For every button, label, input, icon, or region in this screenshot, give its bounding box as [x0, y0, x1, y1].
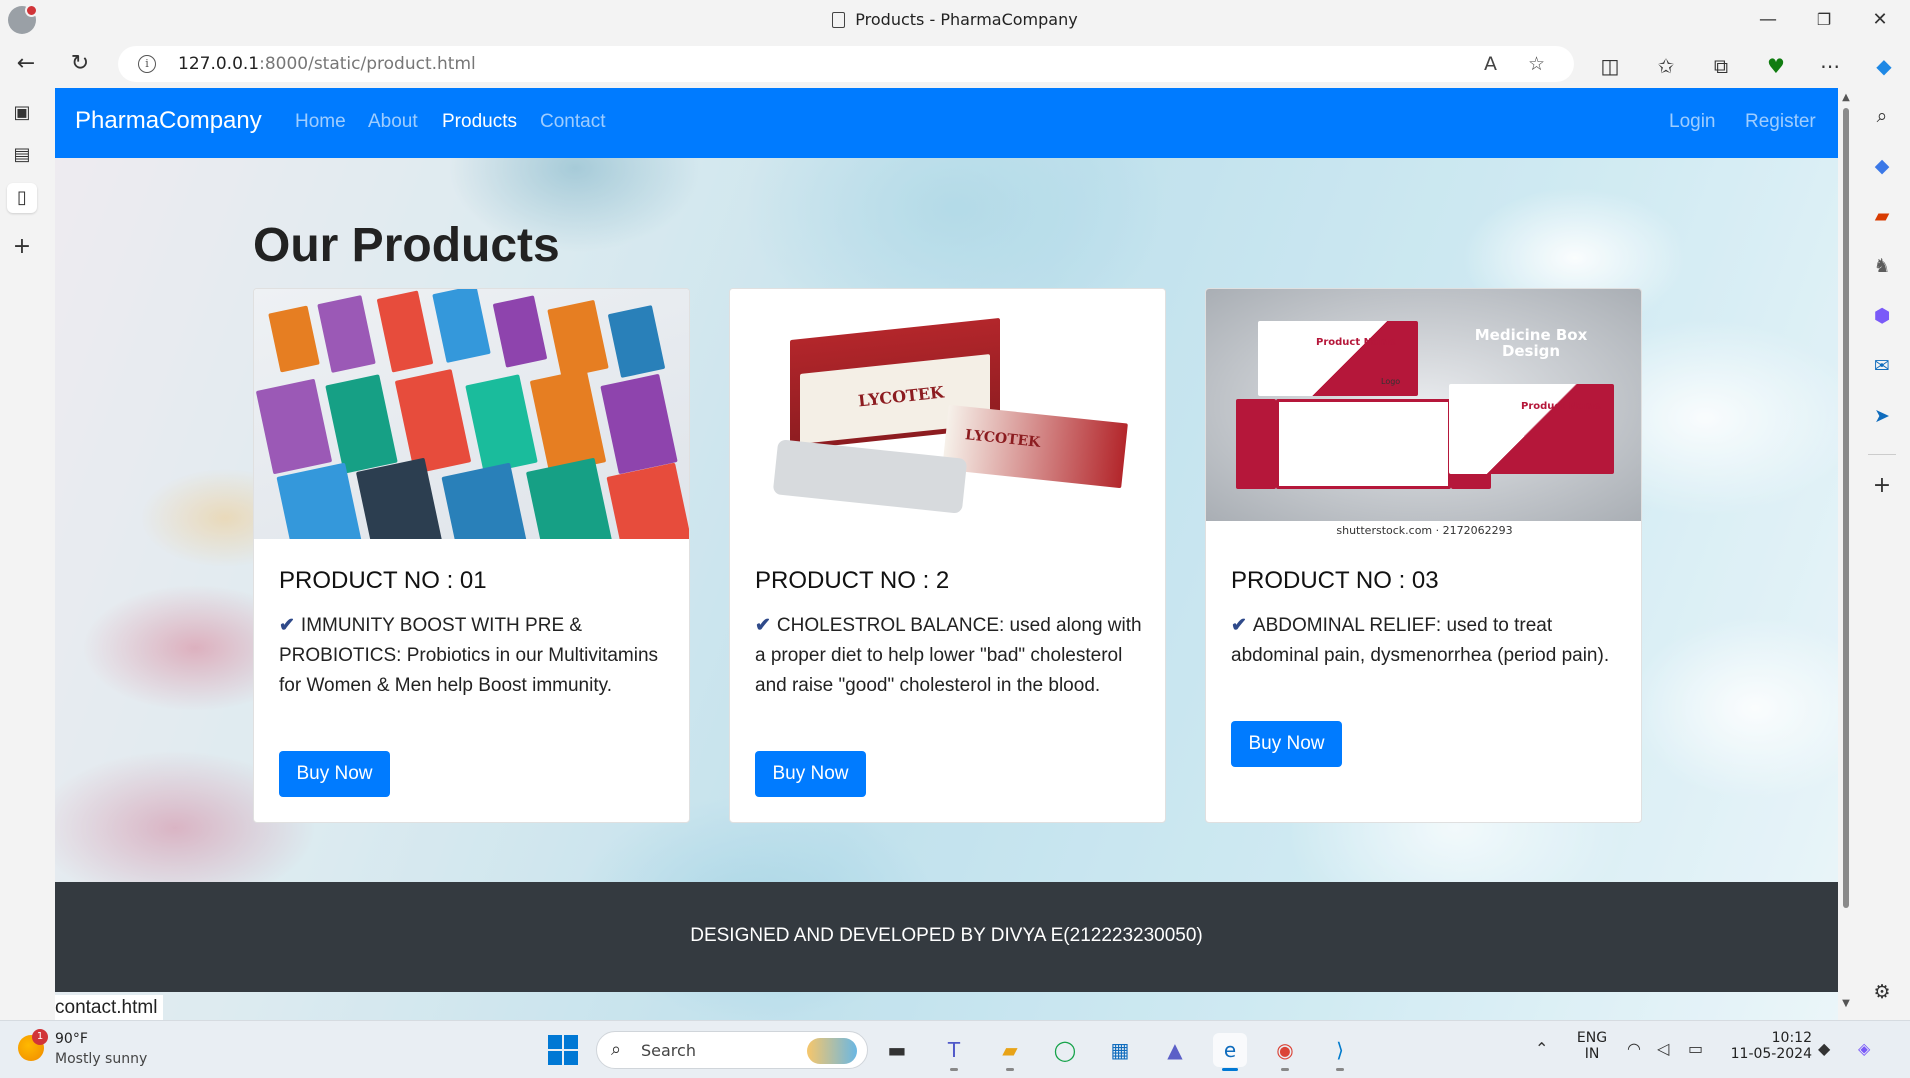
check-icon: ✔ — [1231, 615, 1247, 636]
product-title-3: PRODUCT NO : 03 — [1231, 567, 1439, 594]
split-screen-icon[interactable]: ◫ — [1596, 52, 1624, 80]
favorites-icon[interactable]: ✩ — [1652, 52, 1680, 80]
watermark-text: shutterstock.com · 2172062293 — [1336, 524, 1513, 537]
page-scrollbar[interactable]: ▲ ▼ — [1838, 88, 1854, 1020]
product-title-2: PRODUCT NO : 2 — [755, 567, 950, 594]
workspaces-icon[interactable]: ▤ — [7, 140, 37, 170]
title-bar: Products - PharmaCompany — ❐ ✕ — [0, 0, 1910, 40]
tools-icon[interactable]: ▰ — [1868, 202, 1896, 230]
product-card-1: PRODUCT NO : 01 ✔ IMMUNITY BOOST WITH PRE… — [253, 288, 690, 823]
battery-icon[interactable]: ▭ — [1688, 1039, 1703, 1058]
vscode-icon[interactable]: ⟩ — [1323, 1033, 1357, 1071]
product-card-2: LYCOTEK LYCOTEK PRODUCT NO : 2 ✔ CHOLESTR… — [729, 288, 1166, 823]
product-description-1: ✔ IMMUNITY BOOST WITH PRE & PROBIOTICS: P… — [279, 615, 659, 696]
buy-now-button-2[interactable]: Buy Now — [755, 751, 866, 797]
footer-credit: DESIGNED AND DEVELOPED BY DIVYA E(212223… — [690, 925, 1203, 946]
link-status-bar: contact.html — [55, 995, 164, 1020]
send-icon[interactable]: ➤ — [1868, 402, 1896, 430]
url-text[interactable]: 127.0.0.1:8000/static/product.html — [178, 54, 476, 74]
clock[interactable]: 10:12 11-05-2024 — [1722, 1030, 1812, 1062]
address-bar[interactable]: i 127.0.0.1:8000/static/product.html A ☆ — [118, 46, 1574, 82]
buy-now-button-3[interactable]: Buy Now — [1231, 721, 1342, 767]
microsoft-store-icon[interactable]: ▦ — [1103, 1033, 1137, 1067]
copilot-taskbar-icon[interactable]: ◈ — [1858, 1039, 1870, 1058]
wifi-icon[interactable]: ◠ — [1627, 1039, 1641, 1058]
product-card-3: Medicine Box Design Product Name Logo Pr… — [1205, 288, 1642, 823]
search-highlight-art — [807, 1038, 857, 1064]
web-page-viewport: PharmaCompany Home About Products Contac… — [55, 88, 1838, 1020]
taskbar-search[interactable]: ⌕ Search — [596, 1031, 868, 1069]
volume-icon[interactable]: ◁ — [1657, 1039, 1669, 1058]
start-windows-icon[interactable] — [548, 1035, 578, 1065]
collections-icon[interactable]: ⧉ — [1707, 52, 1735, 80]
read-aloud-icon[interactable]: A — [1484, 53, 1497, 75]
task-view-icon[interactable]: ▬ — [880, 1033, 914, 1067]
weather-description[interactable]: Mostly sunny — [55, 1051, 147, 1067]
site-navbar: PharmaCompany Home About Products Contac… — [55, 88, 1838, 158]
nav-products-link[interactable]: Products — [442, 111, 517, 133]
check-icon: ✔ — [279, 615, 295, 636]
microsoft-365-icon[interactable]: ⬢ — [1868, 302, 1896, 330]
site-info-icon[interactable]: i — [138, 55, 156, 73]
scroll-down-icon[interactable]: ▼ — [1840, 998, 1852, 1009]
brand-logo[interactable]: PharmaCompany — [75, 107, 262, 135]
outlook-icon[interactable]: ✉ — [1868, 352, 1896, 380]
teams-icon[interactable]: T — [937, 1033, 971, 1071]
settings-gear-icon[interactable]: ⚙ — [1868, 978, 1896, 1006]
search-icon[interactable]: ⌕ — [1868, 102, 1896, 130]
product-image-1 — [254, 289, 689, 539]
arc-app-icon[interactable]: ▲ — [1158, 1033, 1192, 1067]
product-image-3: Medicine Box Design Product Name Logo Pr… — [1206, 289, 1641, 539]
scroll-up-icon[interactable]: ▲ — [1840, 92, 1852, 103]
active-tab-icon[interactable]: ▯ — [7, 183, 37, 213]
tab-actions-icon[interactable]: ▣ — [7, 98, 37, 128]
nav-home-link[interactable]: Home — [295, 111, 346, 133]
edge-sidebar: ⌕ ◆ ▰ ♞ ⬢ ✉ ➤ + ⚙ — [1854, 88, 1910, 1020]
show-hidden-icons-icon[interactable]: ⌃ — [1535, 1039, 1548, 1058]
back-arrow-icon[interactable]: ← — [10, 48, 42, 80]
browser-essentials-icon[interactable]: ♥ — [1762, 52, 1790, 80]
product-description-3: ✔ ABDOMINAL RELIEF: used to treat abdomin… — [1231, 615, 1610, 666]
minimize-button[interactable]: — — [1740, 4, 1796, 36]
language-indicator[interactable]: ENG IN — [1576, 1030, 1608, 1062]
add-sidebar-app-icon[interactable]: + — [1868, 472, 1896, 500]
window-title: Products - PharmaCompany — [0, 10, 1910, 29]
chrome-icon[interactable]: ◉ — [1268, 1033, 1302, 1071]
vertical-tabs-rail: ▣ ▤ ▯ + — [0, 88, 44, 1020]
page-icon — [832, 12, 846, 28]
restore-button[interactable]: ❐ — [1796, 4, 1852, 36]
shopping-tag-icon[interactable]: ◆ — [1868, 152, 1896, 180]
product-description-2: ✔ CHOLESTROL BALANCE: used along with a p… — [755, 615, 1142, 696]
site-footer: DESIGNED AND DEVELOPED BY DIVYA E(212223… — [55, 882, 1838, 992]
favorite-star-icon[interactable]: ☆ — [1528, 53, 1545, 75]
nav-about-link[interactable]: About — [368, 111, 418, 133]
nav-contact-link[interactable]: Contact — [540, 111, 605, 133]
file-explorer-icon[interactable]: ▰ — [993, 1033, 1027, 1071]
games-icon[interactable]: ♞ — [1868, 252, 1896, 280]
scroll-thumb[interactable] — [1843, 108, 1849, 908]
edge-browser-icon[interactable]: e — [1213, 1033, 1247, 1071]
weather-temperature[interactable]: 90°F — [55, 1031, 88, 1047]
copilot-icon[interactable]: ◆ — [1870, 52, 1898, 80]
search-icon: ⌕ — [611, 1039, 622, 1060]
nav-login-link[interactable]: Login — [1669, 111, 1716, 133]
refresh-app-icon[interactable]: ◯ — [1048, 1033, 1082, 1067]
windows-taskbar: 1 90°F Mostly sunny ⌕ Search ▬ T ▰ ◯ ▦ ▲… — [0, 1020, 1910, 1078]
more-options-icon[interactable]: ⋯ — [1816, 52, 1844, 80]
product-title-1: PRODUCT NO : 01 — [279, 567, 487, 594]
notification-bell-icon[interactable]: ◆ — [1818, 1039, 1830, 1058]
new-tab-icon[interactable]: + — [7, 232, 37, 262]
product-image-2: LYCOTEK LYCOTEK — [730, 289, 1165, 539]
address-bar-row: ← ↻ i 127.0.0.1:8000/static/product.html… — [0, 40, 1910, 88]
buy-now-button-1[interactable]: Buy Now — [279, 751, 390, 797]
page-title: Our Products — [253, 219, 560, 272]
close-button[interactable]: ✕ — [1852, 4, 1908, 36]
nav-register-link[interactable]: Register — [1745, 111, 1816, 133]
weather-badge: 1 — [32, 1029, 48, 1045]
check-icon: ✔ — [755, 615, 771, 636]
refresh-icon[interactable]: ↻ — [64, 48, 96, 80]
